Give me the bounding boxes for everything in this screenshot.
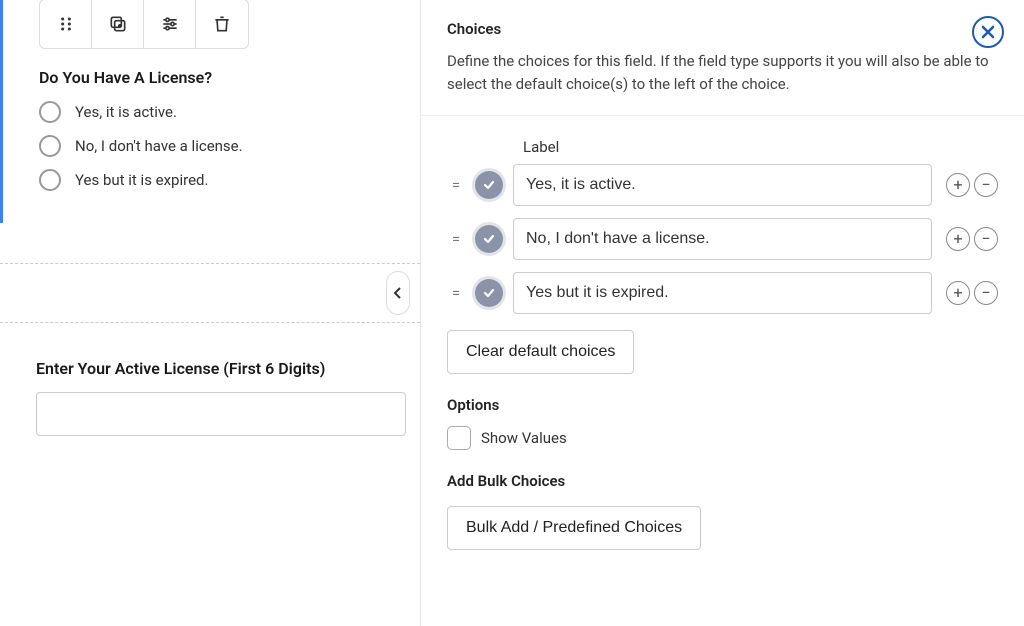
choice-label-input[interactable] — [513, 218, 932, 260]
choice-row: = + − — [447, 218, 998, 260]
choices-header-row: Label — [447, 138, 998, 156]
choice-row: = + − — [447, 272, 998, 314]
drag-handle-icon[interactable]: = — [447, 230, 465, 248]
choice-row: = + − — [447, 164, 998, 206]
radio-option[interactable]: No, I don't have a license. — [39, 135, 420, 157]
default-check-toggle[interactable] — [475, 279, 503, 307]
default-check-toggle[interactable] — [475, 171, 503, 199]
options-section-label: Options — [447, 396, 998, 414]
drag-handle-icon[interactable]: = — [447, 176, 465, 194]
add-choice-button[interactable]: + — [946, 281, 970, 305]
add-choice-button[interactable]: + — [946, 173, 970, 197]
clear-default-choices-button[interactable]: Clear default choices — [447, 330, 634, 374]
form-preview-pane: Do You Have A License? Yes, it is active… — [0, 0, 420, 626]
bulk-section-label: Add Bulk Choices — [447, 472, 998, 490]
check-icon — [482, 232, 496, 246]
field-toolbar — [39, 0, 249, 49]
radio-icon — [39, 135, 61, 157]
duplicate-button[interactable] — [92, 0, 144, 48]
radio-icon — [39, 101, 61, 123]
collapse-handle[interactable] — [386, 271, 410, 315]
drag-handle-icon[interactable]: = — [447, 284, 465, 302]
settings-button[interactable] — [144, 0, 196, 48]
choices-settings-panel: Choices Define the choices for this fiel… — [420, 0, 1024, 626]
trash-icon — [212, 14, 232, 34]
show-values-row: Show Values — [447, 426, 998, 450]
choice-label-input[interactable] — [513, 164, 932, 206]
delete-button[interactable] — [196, 0, 248, 48]
duplicate-icon — [108, 14, 128, 34]
add-choice-button[interactable]: + — [946, 227, 970, 251]
text-field-label: Enter Your Active License (First 6 Digit… — [36, 359, 420, 378]
drag-handle-button[interactable] — [40, 0, 92, 48]
panel-description: Define the choices for this field. If th… — [447, 50, 998, 95]
label-column-header: Label — [523, 138, 559, 156]
radio-icon — [39, 169, 61, 191]
panel-title: Choices — [447, 20, 998, 38]
default-check-toggle[interactable] — [475, 225, 503, 253]
field-question-label: Do You Have A License? — [39, 68, 420, 87]
radio-label: No, I don't have a license. — [75, 137, 243, 155]
spacer-dropzone[interactable] — [0, 263, 420, 323]
close-button[interactable] — [972, 16, 1004, 48]
show-values-checkbox[interactable] — [447, 426, 471, 450]
chevron-left-icon — [393, 287, 403, 299]
remove-choice-button[interactable]: − — [974, 227, 998, 251]
selected-field-block: Do You Have A License? Yes, it is active… — [0, 0, 420, 223]
bulk-add-button[interactable]: Bulk Add / Predefined Choices — [447, 506, 701, 550]
radio-option[interactable]: Yes, it is active. — [39, 101, 420, 123]
show-values-label: Show Values — [481, 429, 567, 447]
check-icon — [482, 178, 496, 192]
remove-choice-button[interactable]: − — [974, 281, 998, 305]
check-icon — [482, 286, 496, 300]
divider — [421, 115, 1024, 116]
sliders-icon — [160, 14, 180, 34]
license-input[interactable] — [36, 392, 406, 436]
radio-label: Yes but it is expired. — [75, 171, 208, 189]
radio-option[interactable]: Yes but it is expired. — [39, 169, 420, 191]
remove-choice-button[interactable]: − — [974, 173, 998, 197]
choice-label-input[interactable] — [513, 272, 932, 314]
grip-icon — [56, 14, 76, 34]
close-icon — [981, 25, 995, 39]
radio-label: Yes, it is active. — [75, 103, 177, 121]
text-field-block: Enter Your Active License (First 6 Digit… — [0, 323, 420, 436]
